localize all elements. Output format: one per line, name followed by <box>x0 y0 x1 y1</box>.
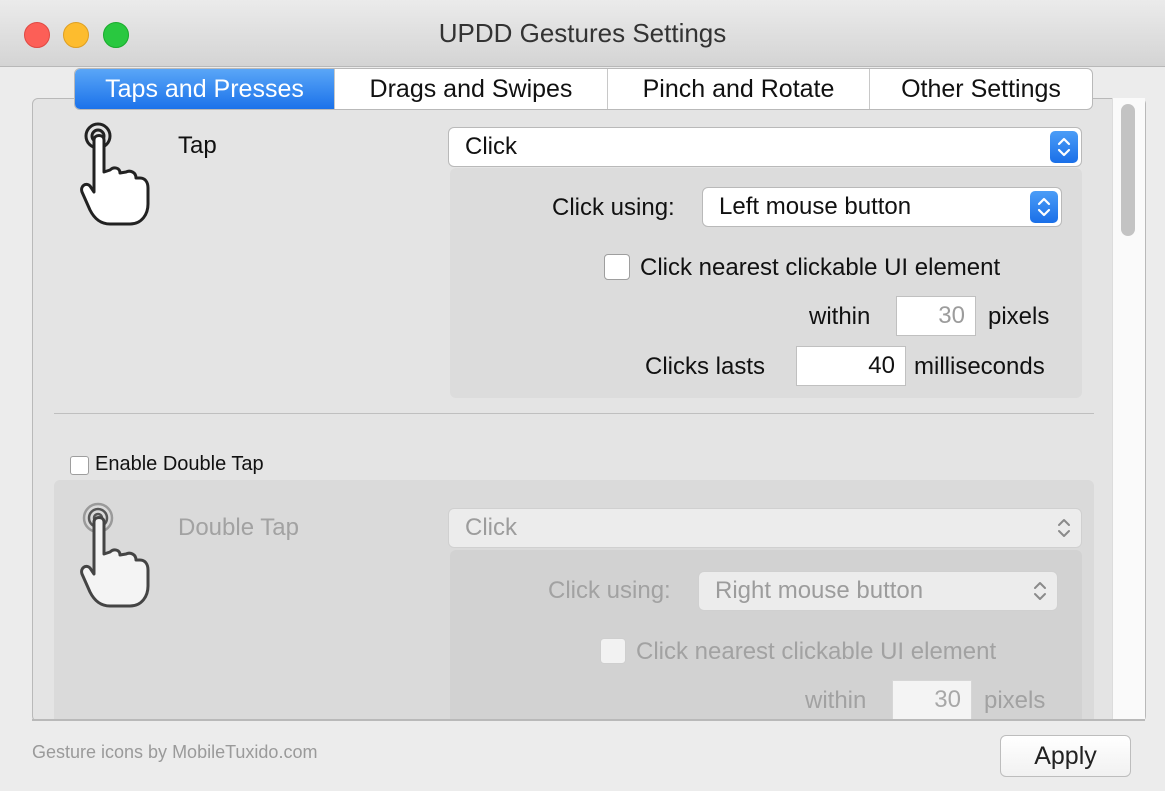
tab-taps-and-presses[interactable]: Taps and Presses <box>75 69 335 109</box>
tap-label: Tap <box>178 132 217 159</box>
double-tap-within-label: within <box>805 687 867 714</box>
tab-other-settings[interactable]: Other Settings <box>870 69 1092 109</box>
select-stepper-icon <box>1030 191 1058 223</box>
double-tap-click-using-select[interactable]: Right mouse button <box>698 571 1058 611</box>
tap-click-using-label: Click using: <box>552 194 675 221</box>
tap-milliseconds-label: milliseconds <box>914 353 1045 380</box>
tap-action-select[interactable]: Click <box>448 127 1082 167</box>
scrollbar-thumb[interactable] <box>1121 104 1135 236</box>
double-tap-within-field[interactable]: 30 <box>892 680 972 720</box>
tap-within-field[interactable]: 30 <box>896 296 976 336</box>
settings-window: UPDD Gestures Settings Taps and Presses … <box>0 0 1165 791</box>
tap-nearest-label: Click nearest clickable UI element <box>640 254 1001 281</box>
double-tap-label: Double Tap <box>178 514 299 541</box>
section-divider <box>54 413 1094 414</box>
apply-button[interactable]: Apply <box>1000 735 1131 777</box>
select-stepper-icon <box>1026 575 1054 607</box>
enable-double-tap-checkbox[interactable] <box>70 456 89 475</box>
double-tap-nearest-label: Click nearest clickable UI element <box>636 638 997 665</box>
enable-double-tap-label: Enable Double Tap <box>95 453 264 475</box>
double-tap-click-using-label: Click using: <box>548 577 671 604</box>
tap-action-value: Click <box>465 133 517 160</box>
double-tap-gesture-icon <box>70 500 160 617</box>
tab-drags-and-swipes[interactable]: Drags and Swipes <box>335 69 608 109</box>
panel-bottom-border <box>32 719 1145 721</box>
double-tap-click-using-value: Right mouse button <box>715 577 924 604</box>
double-tap-action-select[interactable]: Click <box>448 508 1082 548</box>
select-stepper-icon <box>1050 131 1078 163</box>
tap-pixels-label: pixels <box>988 303 1050 330</box>
tap-nearest-checkbox[interactable] <box>604 254 630 280</box>
tab-bar: Taps and Presses Drags and Swipes Pinch … <box>74 68 1093 110</box>
select-stepper-icon <box>1050 512 1078 544</box>
tap-clicks-lasts-field[interactable]: 40 <box>796 346 906 386</box>
tap-gesture-icon <box>70 118 160 235</box>
tap-within-label: within <box>809 303 871 330</box>
tap-click-using-select[interactable]: Left mouse button <box>702 187 1062 227</box>
tap-clicks-lasts-label: Clicks lasts <box>645 353 766 380</box>
gesture-icons-credit: Gesture icons by MobileTuxido.com <box>32 742 318 762</box>
double-tap-action-value: Click <box>465 514 517 541</box>
vertical-scrollbar[interactable] <box>1112 98 1145 720</box>
double-tap-nearest-checkbox[interactable] <box>600 638 626 664</box>
title-bar: UPDD Gestures Settings <box>0 0 1165 67</box>
window-title: UPDD Gestures Settings <box>438 18 727 48</box>
tap-click-using-value: Left mouse button <box>719 193 912 220</box>
tab-pinch-and-rotate[interactable]: Pinch and Rotate <box>608 69 870 109</box>
double-tap-pixels-label: pixels <box>984 687 1046 714</box>
